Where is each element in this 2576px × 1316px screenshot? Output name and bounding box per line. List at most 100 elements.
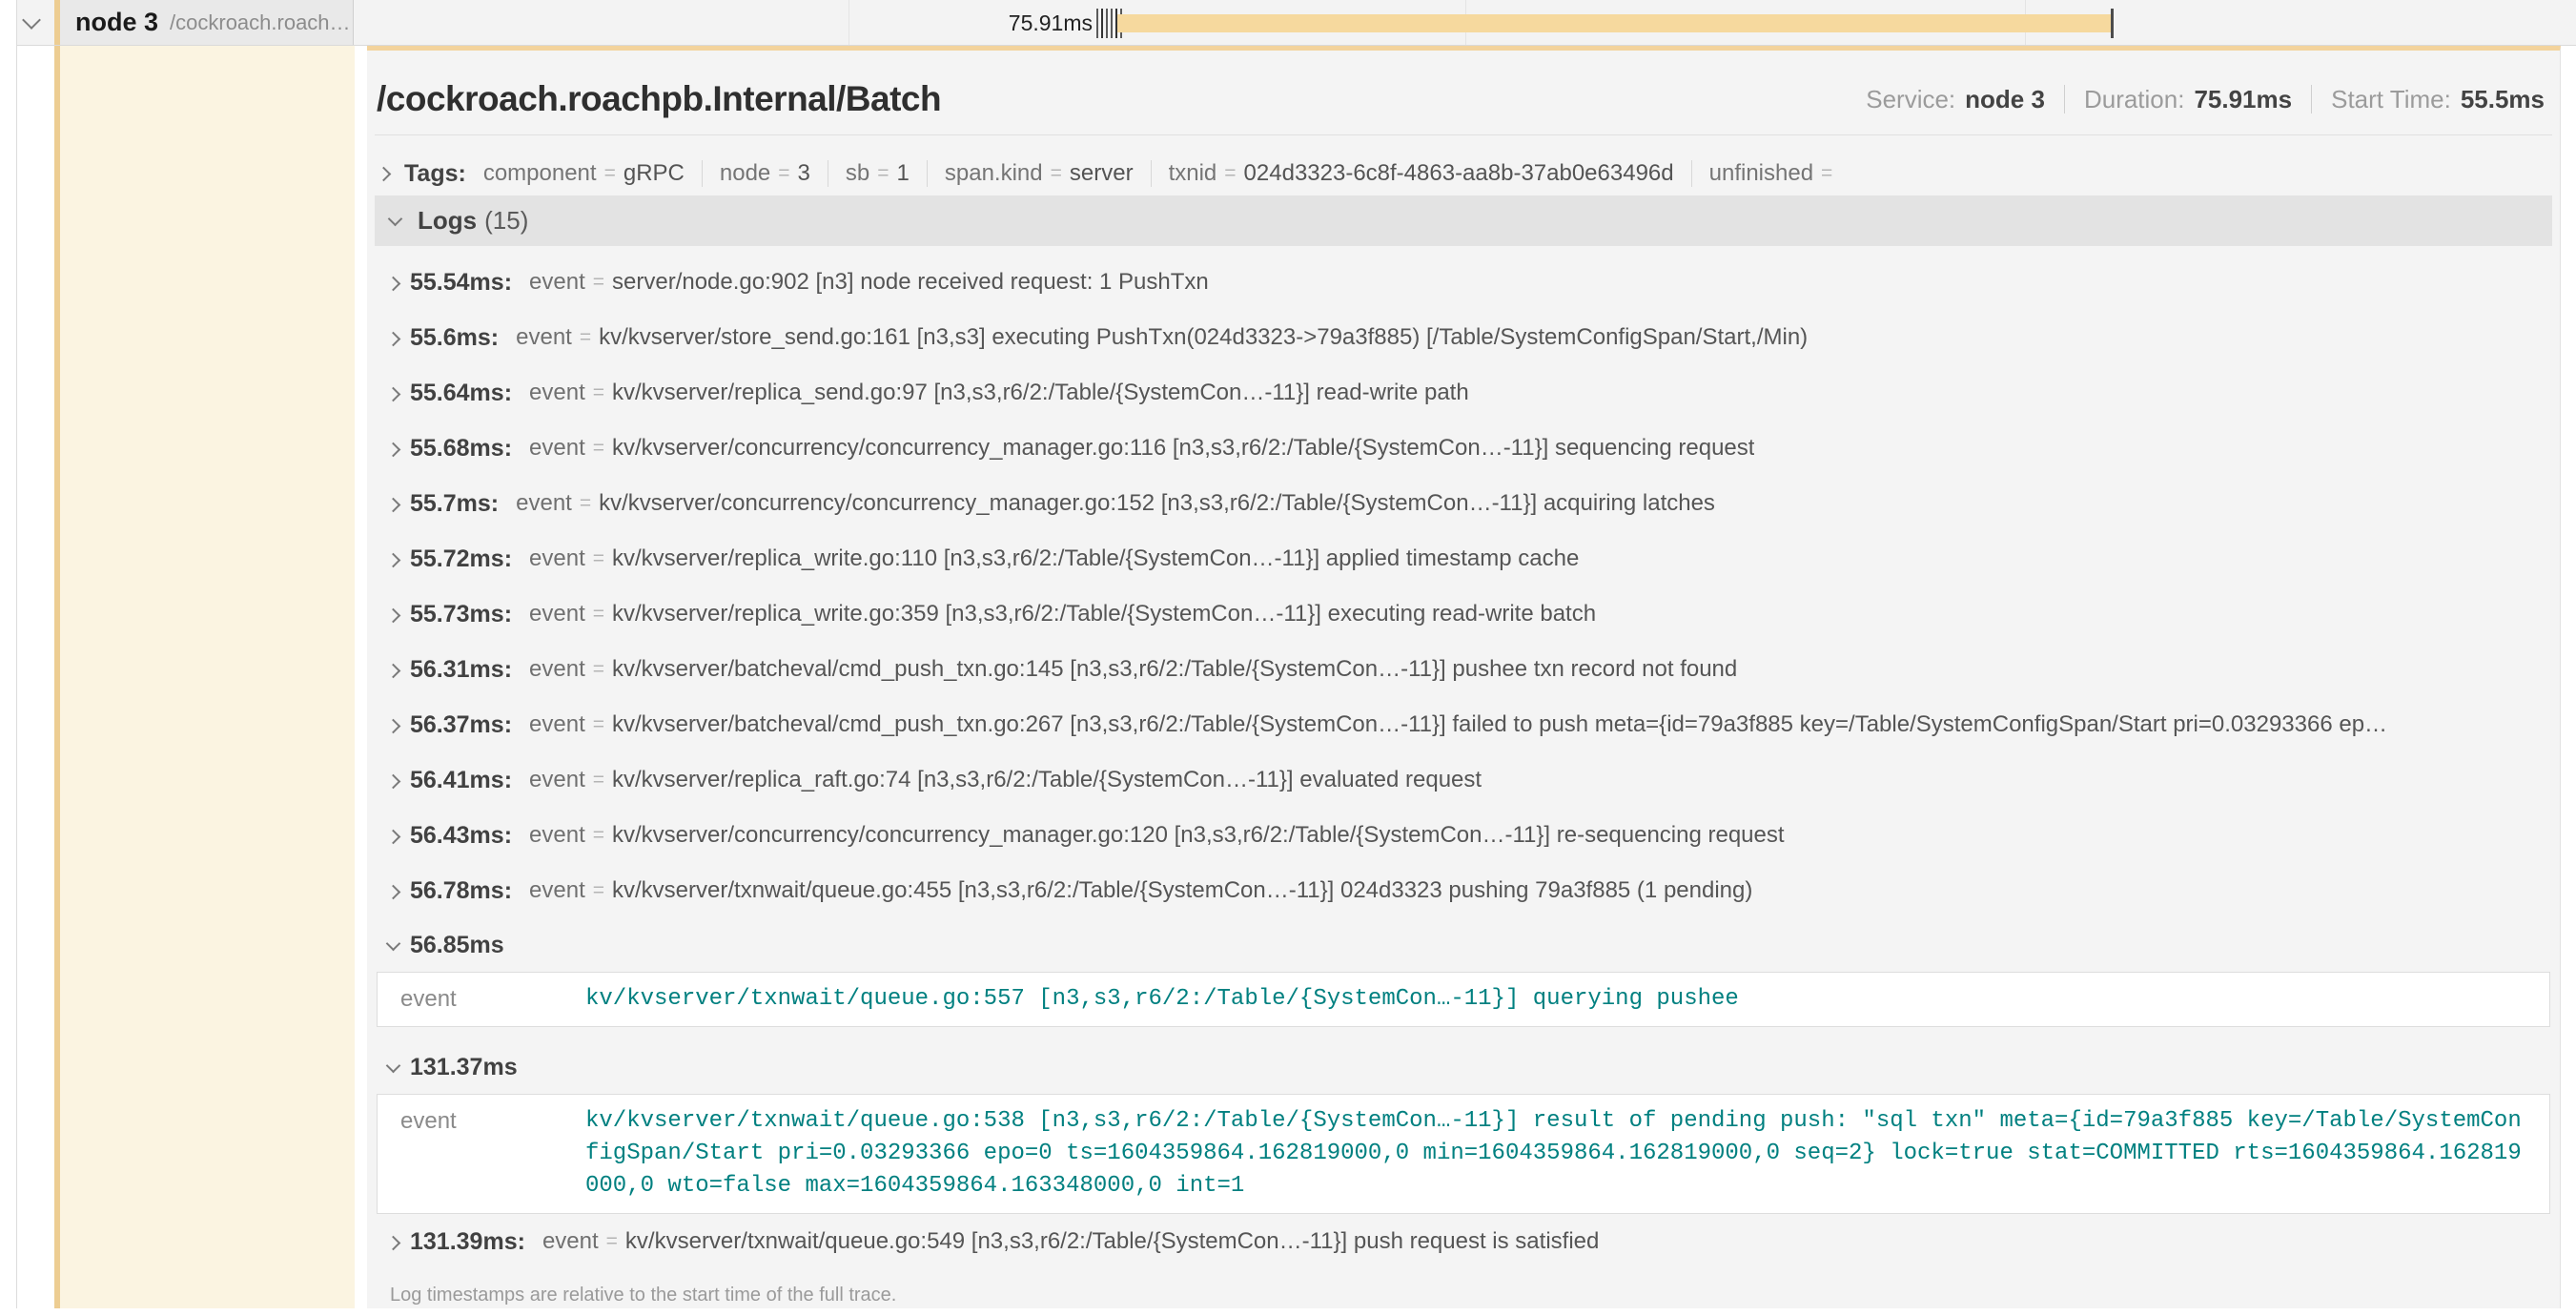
log-keyvalue-table: event kv/kvserver/txnwait/queue.go:538 [… — [377, 1094, 2550, 1214]
tag-item: span.kind = server — [927, 160, 1151, 187]
equals-sign: = — [1813, 162, 1840, 185]
logs-accordion-header[interactable]: Logs (15) — [375, 195, 2552, 246]
log-field-key: event — [542, 1228, 599, 1255]
span-title: /cockroach.roachpb.Internal/Batch — [377, 79, 941, 119]
log-entry-expanded-header[interactable]: 131.37ms — [375, 1040, 2552, 1094]
log-field-key: event — [529, 435, 585, 462]
log-field-value: kv/kvserver/txnwait/queue.go:455 [n3,s3,… — [612, 877, 1752, 904]
log-timestamp: 131.39ms: — [410, 1228, 525, 1256]
log-row[interactable]: 56.37ms: event = kv/kvserver/batcheval/c… — [375, 697, 2552, 752]
divider — [2064, 85, 2065, 113]
chevron-right-icon — [386, 663, 401, 678]
chevron-down-icon — [386, 936, 401, 951]
log-timestamp: 56.41ms: — [410, 767, 512, 794]
log-row[interactable]: 55.7ms: event = kv/kvserver/concurrency/… — [375, 476, 2552, 531]
tag-item: component = gRPC — [466, 160, 702, 187]
equals-sign: = — [585, 713, 612, 736]
chevron-right-icon — [386, 718, 401, 733]
log-field-value: kv/kvserver/replica_write.go:359 [n3,s3,… — [612, 601, 1596, 627]
logs-count: (15) — [484, 206, 528, 236]
tag-item: unfinished = — [1691, 160, 1858, 187]
chevron-down-icon — [386, 1058, 401, 1073]
equals-sign: = — [770, 162, 797, 185]
trace-view: node 3 /cockroach.roach… 75.91ms /cockro… — [0, 0, 2576, 1316]
chevron-right-icon — [386, 276, 401, 291]
log-field-value: kv/kvserver/txnwait/queue.go:557 [n3,s3,… — [585, 973, 2549, 1026]
log-field-value: kv/kvserver/concurrency/concurrency_mana… — [599, 490, 1715, 517]
left-gutter — [0, 0, 16, 46]
log-timestamp: 56.78ms: — [410, 877, 512, 905]
log-field-value: kv/kvserver/batcheval/cmd_push_txn.go:14… — [612, 656, 1737, 683]
log-field-key: event — [529, 656, 585, 683]
tag-value: 1 — [897, 160, 910, 187]
log-entry-expanded-header[interactable]: 56.85ms — [375, 918, 2552, 972]
span-timeline-row[interactable]: node 3 /cockroach.roach… 75.91ms — [0, 0, 2576, 46]
divider — [375, 134, 2552, 135]
service-label: Service: — [1866, 85, 1955, 114]
equals-sign: = — [585, 879, 612, 902]
log-row[interactable]: 56.41ms: event = kv/kvserver/replica_raf… — [375, 752, 2552, 808]
chevron-right-icon — [386, 829, 401, 844]
log-field-value: kv/kvserver/txnwait/queue.go:538 [n3,s3,… — [585, 1095, 2549, 1213]
log-field-key: event — [516, 490, 572, 517]
log-field-value: kv/kvserver/txnwait/queue.go:549 [n3,s3,… — [625, 1228, 1599, 1255]
log-row[interactable]: 55.68ms: event = kv/kvserver/concurrency… — [375, 421, 2552, 476]
log-field-key: event — [529, 877, 585, 904]
log-timestamp: 56.43ms: — [410, 822, 512, 850]
divider — [2311, 85, 2312, 113]
chevron-right-icon — [386, 497, 401, 512]
log-list: 55.54ms: event = server/node.go:902 [n3]… — [375, 246, 2552, 1316]
log-row[interactable]: 56.78ms: event = kv/kvserver/txnwait/que… — [375, 863, 2552, 918]
span-detail-panel: /cockroach.roachpb.Internal/Batch Servic… — [367, 46, 2561, 1308]
equals-sign: = — [572, 326, 599, 349]
log-field-key: event — [529, 711, 585, 738]
equals-sign: = — [869, 162, 896, 185]
span-name-cell[interactable]: node 3 /cockroach.roach… — [54, 0, 354, 45]
equals-sign: = — [585, 769, 612, 792]
log-row[interactable]: 55.64ms: event = kv/kvserver/replica_sen… — [375, 365, 2552, 421]
log-row[interactable]: 131.39ms: event = kv/kvserver/txnwait/qu… — [375, 1214, 2552, 1269]
log-row[interactable]: 56.31ms: event = kv/kvserver/batcheval/c… — [375, 642, 2552, 697]
log-timestamp: 55.72ms: — [410, 545, 512, 573]
log-timestamp: 56.37ms: — [410, 711, 512, 739]
log-timestamp: 55.7ms: — [410, 490, 499, 518]
tags-label: Tags: — [404, 160, 466, 188]
equals-sign: = — [1216, 162, 1243, 185]
log-row[interactable]: 55.6ms: event = kv/kvserver/store_send.g… — [375, 310, 2552, 365]
timeline-gridline — [848, 0, 849, 45]
log-row[interactable]: 55.54ms: event = server/node.go:902 [n3]… — [375, 255, 2552, 310]
left-column — [17, 46, 54, 1308]
span-operation-name: /cockroach.roach… — [170, 10, 351, 35]
span-duration-bar[interactable] — [1117, 14, 2111, 32]
service-value: node 3 — [1965, 85, 2045, 114]
equals-sign: = — [599, 1230, 625, 1253]
chevron-right-icon — [386, 386, 401, 401]
duration-value: 75.91ms — [2194, 85, 2292, 114]
tags-accordion[interactable]: Tags: component = gRPC node = 3 sb = 1 s… — [378, 150, 2552, 197]
log-field-key: event — [529, 545, 585, 572]
log-field-value: kv/kvserver/replica_raft.go:74 [n3,s3,r6… — [612, 767, 1482, 793]
tag-key: span.kind — [945, 160, 1043, 187]
chevron-right-icon — [386, 1235, 401, 1250]
duration-label: Duration: — [2084, 85, 2185, 114]
log-row[interactable]: 56.43ms: event = kv/kvserver/concurrency… — [375, 808, 2552, 863]
chevron-right-icon — [378, 166, 391, 181]
equals-sign: = — [585, 381, 612, 404]
span-duration-label: 75.91ms — [959, 0, 1093, 46]
log-field-value: kv/kvserver/replica_send.go:97 [n3,s3,r6… — [612, 380, 1469, 406]
tag-key: unfinished — [1709, 160, 1813, 187]
log-timestamp: 55.54ms: — [410, 269, 512, 297]
tag-key: component — [483, 160, 597, 187]
log-row[interactable]: 55.72ms: event = kv/kvserver/replica_wri… — [375, 531, 2552, 586]
tag-item: txnid = 024d3323-6c8f-4863-aa8b-37ab0e63… — [1151, 160, 1691, 187]
chevron-right-icon — [386, 773, 401, 789]
span-service-name: node 3 — [75, 8, 158, 37]
span-color-stripe — [54, 0, 60, 45]
log-row[interactable]: 55.73ms: event = kv/kvserver/replica_wri… — [375, 586, 2552, 642]
chevron-down-icon[interactable] — [25, 13, 38, 31]
log-tick-end — [2111, 9, 2114, 38]
equals-sign: = — [585, 603, 612, 626]
span-detail-header: /cockroach.roachpb.Internal/Batch Servic… — [377, 79, 2545, 119]
log-timestamp: 131.37ms — [410, 1054, 518, 1081]
start-time-label: Start Time: — [2331, 85, 2451, 114]
